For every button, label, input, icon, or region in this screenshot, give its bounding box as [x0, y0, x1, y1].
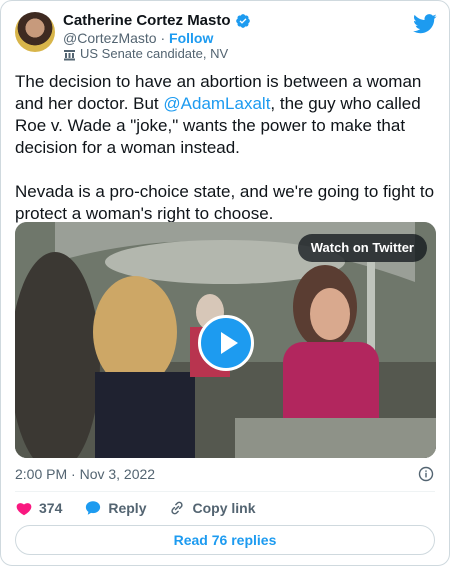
video-player[interactable]: Watch on Twitter	[15, 222, 436, 458]
link-icon	[171, 501, 184, 515]
twitter-bird-icon[interactable]	[413, 14, 437, 34]
tweet-paragraph-1: The decision to have an abortion is betw…	[15, 71, 439, 159]
read-replies-button[interactable]: Read 76 replies	[15, 525, 435, 555]
tweet-card: Catherine Cortez Masto @CortezMasto · Fo…	[0, 0, 450, 566]
copy-link-button[interactable]: Copy link	[168, 499, 256, 517]
author-handle[interactable]: @CortezMasto	[63, 30, 157, 46]
reply-button[interactable]: Reply	[84, 499, 146, 517]
handle-row: @CortezMasto · Follow	[63, 30, 213, 47]
handle-separator: ·	[160, 30, 166, 46]
watch-on-twitter-button[interactable]: Watch on Twitter	[297, 234, 427, 262]
author-name[interactable]: Catherine Cortez Masto	[63, 12, 231, 30]
timestamp[interactable]: 2:00 PM · Nov 3, 2022	[15, 466, 155, 483]
author-name-row[interactable]: Catherine Cortez Masto	[63, 12, 251, 30]
tweet-paragraph-2: Nevada is a pro-choice state, and we're …	[15, 182, 435, 223]
account-label-row: US Senate candidate, NV	[63, 46, 228, 62]
account-label: US Senate candidate, NV	[80, 46, 229, 61]
like-button[interactable]: 374	[15, 499, 62, 517]
heart-icon	[16, 503, 32, 516]
info-icon[interactable]	[418, 466, 434, 482]
verified-badge-icon	[235, 14, 250, 28]
mention-link[interactable]: @AdamLaxalt	[163, 94, 270, 113]
government-building-icon	[64, 49, 75, 60]
play-icon[interactable]	[198, 315, 254, 371]
like-count: 374	[39, 500, 63, 516]
reply-label: Reply	[108, 500, 147, 516]
follow-button[interactable]: Follow	[169, 30, 213, 46]
divider	[15, 491, 435, 492]
action-bar: 374 Reply Copy link	[15, 499, 278, 517]
avatar[interactable]	[15, 12, 55, 52]
copy-link-label: Copy link	[192, 500, 256, 516]
reply-bubble-icon	[86, 501, 101, 515]
tweet-text: The decision to have an abortion is betw…	[15, 71, 439, 225]
